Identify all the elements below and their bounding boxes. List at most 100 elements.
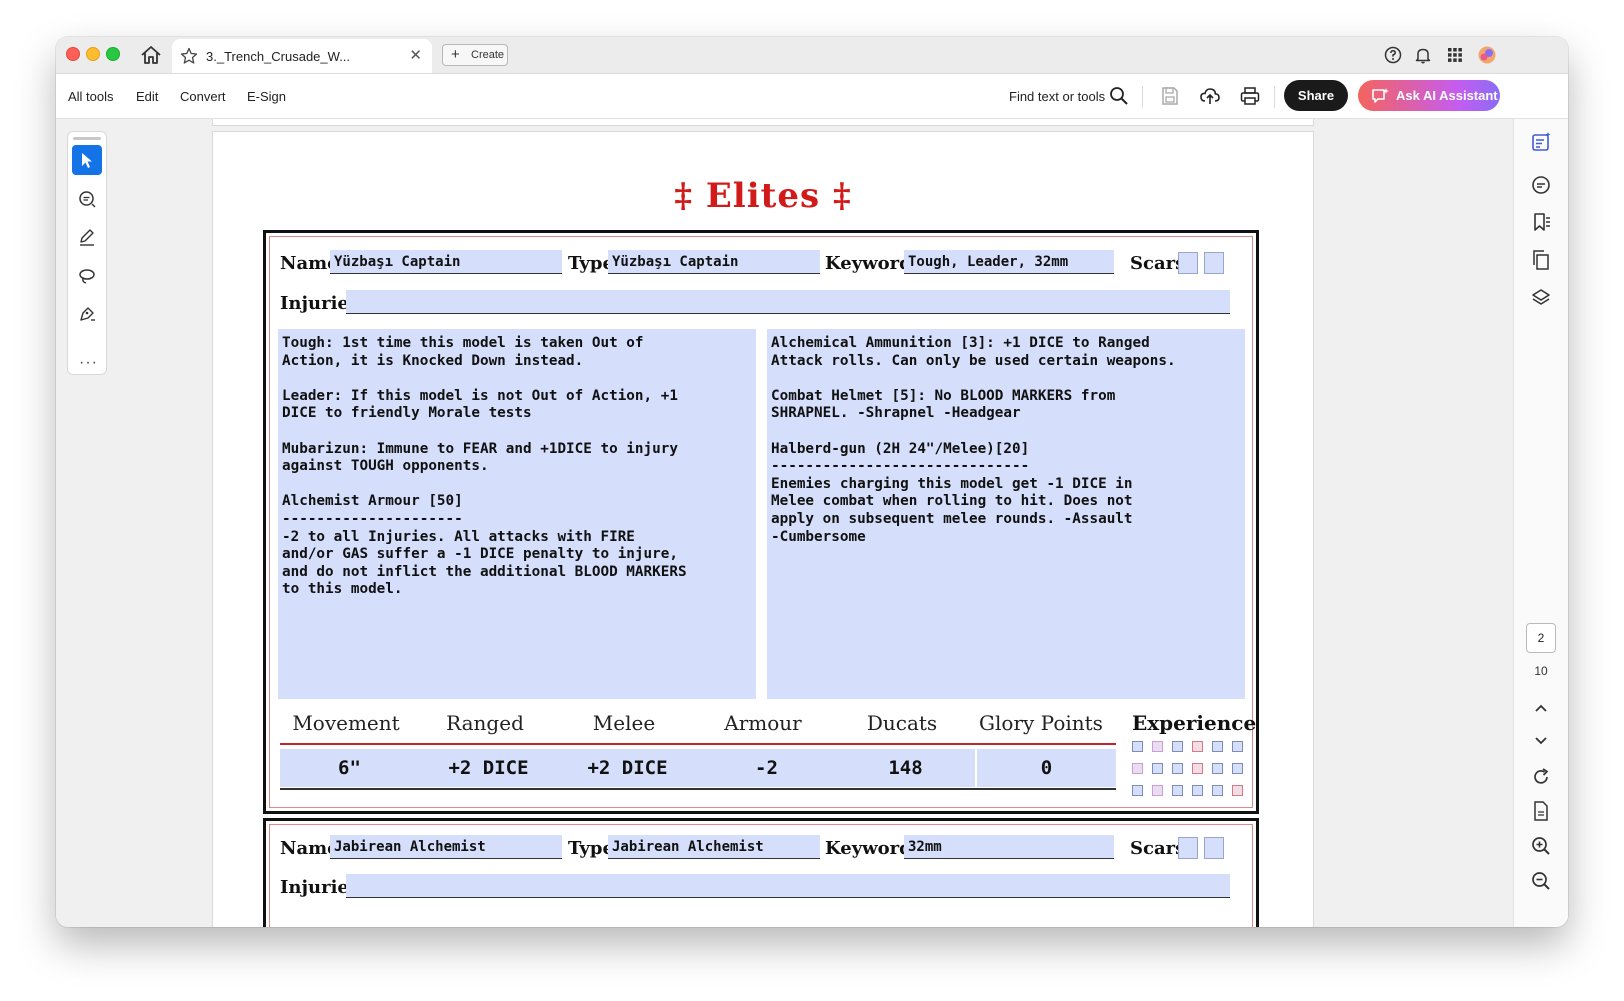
stat-header-movement: Movement [292, 711, 400, 735]
experience-checkbox[interactable] [1232, 741, 1243, 752]
document-viewport[interactable]: ··· ‡ Elites ‡ Name Yüzbaşı Captain Type… [56, 119, 1568, 927]
help-icon[interactable] [1384, 46, 1402, 64]
more-tools-icon[interactable]: ··· [79, 354, 98, 372]
create-button[interactable]: + Create [442, 44, 508, 66]
experience-checkbox[interactable] [1152, 785, 1163, 796]
document-tab[interactable]: 3._Trench_Crusade_W... ✕ [172, 39, 432, 73]
stat-melee[interactable]: +2 DICE [558, 749, 697, 787]
experience-checkbox[interactable] [1192, 741, 1203, 752]
abilities-textbox[interactable]: Tough: 1st time this model is taken Out … [278, 329, 756, 699]
sign-tool[interactable] [72, 299, 102, 329]
experience-checkbox[interactable] [1172, 741, 1183, 752]
experience-checkbox[interactable] [1232, 763, 1243, 774]
stat-ducats[interactable]: 148 [836, 749, 977, 787]
experience-checkbox[interactable] [1132, 741, 1143, 752]
stat-divider [280, 743, 1116, 745]
star-icon[interactable] [180, 47, 198, 65]
stat-ranged[interactable]: +2 DICE [419, 749, 558, 787]
experience-checkbox[interactable] [1172, 763, 1183, 774]
comment-icon [79, 191, 96, 208]
plus-icon: + [451, 46, 460, 63]
experience-checkbox[interactable] [1192, 785, 1203, 796]
stat-glory-points[interactable]: 0 [977, 749, 1116, 787]
page-fit-icon[interactable] [1530, 800, 1552, 822]
cloud-upload-icon[interactable] [1199, 85, 1221, 107]
bookmark-icon[interactable] [1530, 211, 1552, 233]
ai-edit-icon[interactable] [1530, 131, 1552, 153]
menu-edit[interactable]: Edit [136, 89, 158, 104]
toolbar-divider [1142, 86, 1143, 108]
zoom-in-icon[interactable] [1530, 835, 1552, 857]
scar-checkbox[interactable] [1178, 837, 1198, 859]
scar-checkbox[interactable] [1204, 252, 1224, 274]
zoom-out-icon[interactable] [1530, 870, 1552, 892]
experience-checkbox[interactable] [1232, 785, 1243, 796]
keywords-field[interactable]: Tough, Leader, 32mm [904, 250, 1114, 274]
cursor-icon [82, 153, 92, 168]
layers-icon[interactable] [1530, 287, 1552, 309]
menu-esign[interactable]: E-Sign [247, 89, 286, 104]
print-icon[interactable] [1239, 85, 1261, 107]
name-field[interactable]: Yüzbaşı Captain [330, 250, 562, 274]
experience-checkbox[interactable] [1152, 741, 1163, 752]
close-window-button[interactable] [66, 47, 80, 61]
tab-title: 3._Trench_Crusade_W... [206, 49, 351, 64]
lasso-icon [79, 269, 95, 284]
pages-icon[interactable] [1530, 249, 1552, 271]
ask-ai-label: Ask AI Assistant [1396, 88, 1498, 103]
highlight-tool[interactable] [72, 222, 102, 252]
search-icon[interactable] [1108, 85, 1130, 107]
name-field[interactable]: Jabirean Alchemist [330, 835, 562, 859]
experience-checkbox[interactable] [1132, 763, 1143, 774]
comments-icon[interactable] [1530, 174, 1552, 196]
refresh-icon[interactable] [1530, 766, 1552, 788]
scar-checkbox[interactable] [1204, 837, 1224, 859]
section-title: ‡ Elites ‡ [674, 176, 852, 216]
experience-checkbox[interactable] [1212, 763, 1223, 774]
keywords-field[interactable]: 32mm [904, 835, 1114, 859]
experience-checkbox[interactable] [1212, 785, 1223, 796]
panel-grip[interactable] [73, 137, 101, 140]
experience-checkbox[interactable] [1172, 785, 1183, 796]
select-tool[interactable] [72, 145, 102, 175]
stat-header-ducats: Ducats [866, 711, 938, 735]
minimize-window-button[interactable] [86, 47, 100, 61]
share-button[interactable]: Share [1284, 80, 1348, 111]
draw-tool[interactable] [72, 261, 102, 291]
bell-icon[interactable] [1414, 46, 1432, 64]
type-field[interactable]: Yüzbaşı Captain [608, 250, 820, 274]
equipment-textbox[interactable]: Alchemical Ammunition [3]: +1 DICE to Ra… [767, 329, 1245, 699]
stat-header-armour: Armour [724, 711, 802, 735]
injuries-field[interactable] [346, 290, 1230, 314]
experience-checkbox[interactable] [1152, 763, 1163, 774]
create-label: Create [471, 49, 505, 61]
injuries-field[interactable] [346, 874, 1230, 898]
menu-all-tools[interactable]: All tools [68, 89, 114, 104]
page-total: 10 [1534, 664, 1548, 678]
menu-convert[interactable]: Convert [180, 89, 226, 104]
chevron-up-icon[interactable] [1530, 697, 1552, 719]
experience-checkbox[interactable] [1212, 741, 1223, 752]
close-tab-icon[interactable]: ✕ [409, 46, 422, 64]
zoom-window-button[interactable] [106, 47, 120, 61]
find-text-label[interactable]: Find text or tools [1009, 89, 1105, 104]
save-icon[interactable] [1159, 85, 1181, 107]
comment-tool[interactable] [72, 184, 102, 214]
chevron-down-icon[interactable] [1530, 729, 1552, 751]
quick-tools-panel: ··· [67, 131, 107, 375]
stat-movement[interactable]: 6" [280, 749, 419, 787]
page-number-input[interactable]: 2 [1526, 623, 1556, 653]
scar-checkbox[interactable] [1178, 252, 1198, 274]
pen-icon [80, 229, 94, 246]
ask-ai-assistant-button[interactable]: Ask AI Assistant [1358, 80, 1500, 111]
stat-bottom-line [280, 788, 1116, 790]
experience-checkbox[interactable] [1132, 785, 1143, 796]
home-icon[interactable] [140, 45, 162, 65]
stat-armour[interactable]: -2 [697, 749, 836, 787]
avatar[interactable] [1478, 46, 1496, 64]
apps-grid-icon[interactable] [1446, 46, 1464, 64]
type-field[interactable]: Jabirean Alchemist [608, 835, 820, 859]
experience-checkbox[interactable] [1192, 763, 1203, 774]
experience-label: Experience [1132, 711, 1257, 735]
toolbar-divider [1274, 86, 1275, 108]
